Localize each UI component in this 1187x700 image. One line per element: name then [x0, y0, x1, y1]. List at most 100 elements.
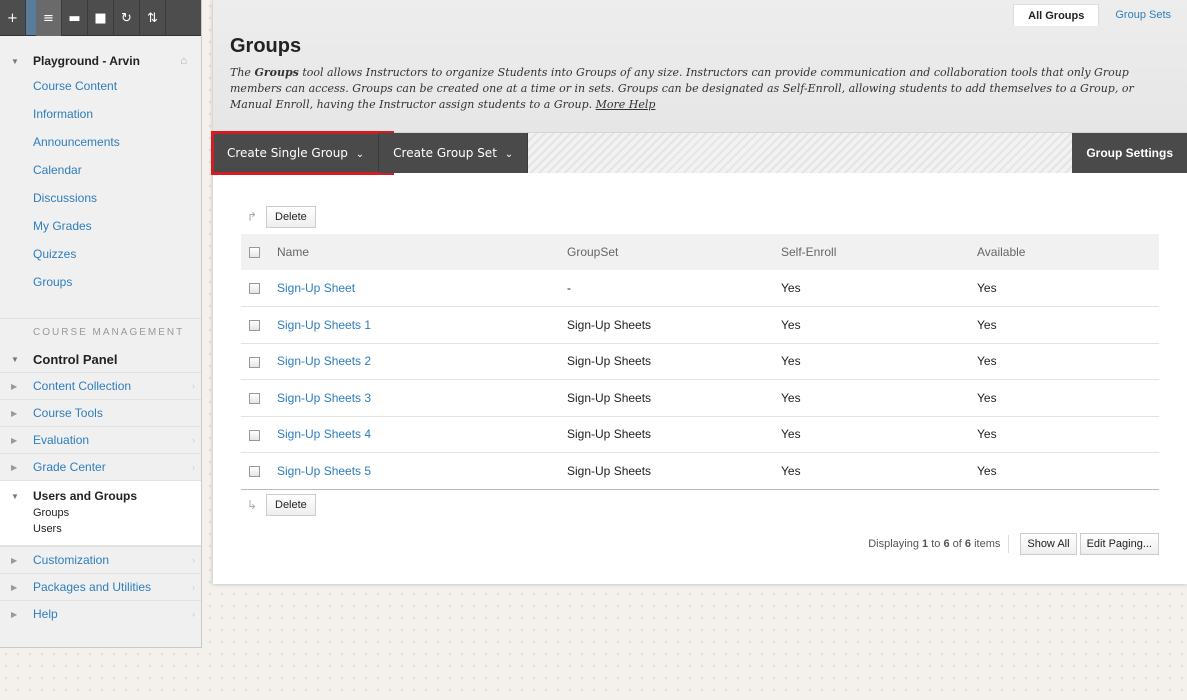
page-description: The Groups tool allows Instructors to or…: [230, 65, 1170, 113]
row-checkbox[interactable]: [249, 466, 260, 478]
top-delete-row: ↱ Delete: [241, 206, 1159, 228]
self-enroll-cell: Yes: [781, 452, 977, 490]
control-panel-label: Control Panel: [33, 351, 118, 367]
group-name-link[interactable]: Sign-Up Sheets 5: [277, 464, 371, 478]
cp-item-course-tools[interactable]: ▶ Course Tools: [0, 399, 201, 426]
row-checkbox[interactable]: [249, 393, 260, 405]
available-cell: Yes: [977, 416, 1159, 453]
groupset-cell: -: [567, 270, 781, 307]
cp-item-evaluation[interactable]: ▶ Evaluation ›: [0, 426, 201, 453]
page-header: All Groups Group Sets Groups The Groups …: [213, 0, 1187, 133]
page-title: Groups: [230, 35, 302, 57]
column-header-name[interactable]: Name: [277, 234, 567, 270]
row-checkbox[interactable]: [249, 356, 260, 368]
group-name-link[interactable]: Sign-Up Sheet: [277, 281, 355, 295]
toolbar-divider: [26, 0, 36, 35]
action-bar: Create Single Group ⌄ Create Group Set ⌄…: [211, 131, 1187, 175]
cp-item-help[interactable]: ▶ Help ›: [0, 600, 201, 627]
column-header-available[interactable]: Available: [977, 234, 1159, 270]
collapse-triangle-icon[interactable]: ▼: [11, 57, 33, 66]
cp-item-content-collection[interactable]: ▶ Content Collection ›: [0, 372, 201, 399]
table-row: Sign-Up Sheets 4 Sign-Up Sheets Yes Yes: [241, 416, 1159, 453]
home-icon[interactable]: ⌂: [180, 55, 187, 67]
groups-list: ↱ Delete Name GroupSet Self-Enroll Avail…: [213, 173, 1187, 555]
course-management-heading: COURSE MANAGEMENT: [0, 318, 201, 346]
sidebar-toolbar: + ≡ ▬ ■ ↻ ⇅: [0, 0, 201, 36]
chevron-right-icon: ›: [192, 462, 195, 472]
self-enroll-cell: Yes: [781, 270, 977, 307]
create-group-set-button[interactable]: Create Group Set ⌄: [379, 133, 529, 173]
bottom-delete-row: ↳ Delete: [241, 493, 1159, 516]
row-checkbox[interactable]: [249, 320, 260, 332]
delete-button[interactable]: Delete: [266, 206, 316, 228]
row-checkbox-cell: [241, 452, 277, 490]
table-row: Sign-Up Sheets 1 Sign-Up Sheets Yes Yes: [241, 306, 1159, 344]
sidebar-item-information[interactable]: Information: [0, 100, 201, 128]
row-checkbox[interactable]: [249, 283, 260, 295]
sidebar-item-course-content[interactable]: Course Content: [0, 72, 201, 100]
course-title-label: Playground - Arvin: [33, 54, 140, 68]
select-all-checkbox[interactable]: [249, 247, 260, 259]
expand-triangle-icon: ▶: [11, 381, 18, 391]
chevron-right-icon: ›: [192, 609, 195, 619]
refresh-icon[interactable]: ↻: [114, 0, 140, 36]
self-enroll-cell: Yes: [781, 306, 977, 344]
group-settings-button[interactable]: Group Settings: [1072, 133, 1187, 173]
tab-all-groups[interactable]: All Groups: [1013, 4, 1100, 26]
sidebar-item-calendar[interactable]: Calendar: [0, 156, 201, 184]
sidebar-item-announcements[interactable]: Announcements: [0, 128, 201, 156]
groupset-cell: Sign-Up Sheets: [567, 343, 781, 380]
window-icon[interactable]: ■: [88, 0, 114, 36]
paging-prefix: Displaying: [868, 537, 923, 550]
sidebar-item-quizzes[interactable]: Quizzes: [0, 240, 201, 268]
folder-view-icon[interactable]: ▬: [62, 0, 88, 36]
self-enroll-cell: Yes: [781, 343, 977, 380]
desc-body: tool allows Instructors to organize Stud…: [230, 66, 1134, 111]
available-cell: Yes: [977, 343, 1159, 380]
sub-item-users[interactable]: Users: [0, 521, 201, 537]
sub-item-groups[interactable]: Groups: [0, 505, 201, 521]
more-help-link[interactable]: More Help: [596, 98, 656, 111]
group-name-link[interactable]: Sign-Up Sheets 3: [277, 391, 371, 405]
create-single-group-button[interactable]: Create Single Group ⌄: [211, 131, 394, 175]
paging-suffix: items: [971, 537, 1001, 550]
row-checkbox-cell: [241, 306, 277, 344]
row-checkbox[interactable]: [249, 429, 260, 441]
group-name-link[interactable]: Sign-Up Sheets 1: [277, 318, 371, 332]
list-view-icon[interactable]: ≡: [36, 0, 62, 36]
group-name-cell: Sign-Up Sheets 4: [277, 416, 567, 453]
control-panel-title[interactable]: ▼ Control Panel: [0, 346, 201, 372]
column-header-groupset[interactable]: GroupSet: [567, 234, 781, 270]
sort-icon[interactable]: ⇅: [140, 0, 166, 36]
cp-item-users-and-groups: ▼ Users and Groups Groups Users: [0, 480, 201, 546]
sidebar-item-my-grades[interactable]: My Grades: [0, 212, 201, 240]
cp-item-packages-utilities[interactable]: ▶ Packages and Utilities ›: [0, 573, 201, 600]
delete-button[interactable]: Delete: [266, 493, 316, 516]
group-name-cell: Sign-Up Sheets 5: [277, 452, 567, 490]
paging-status: Displaying 1 to 6 of 6 items: [868, 538, 1000, 550]
cp-item-label: Customization: [33, 553, 110, 567]
create-group-set-label: Create Group Set: [393, 146, 497, 160]
column-header-self-enroll[interactable]: Self-Enroll: [781, 234, 977, 270]
collapse-triangle-icon[interactable]: ▼: [11, 355, 33, 364]
sidebar-item-groups[interactable]: Groups: [0, 268, 201, 296]
available-cell: Yes: [977, 306, 1159, 344]
expand-triangle-icon: ▶: [11, 408, 18, 418]
sidebar-item-discussions[interactable]: Discussions: [0, 184, 201, 212]
table-row: Sign-Up Sheets 5 Sign-Up Sheets Yes Yes: [241, 452, 1159, 490]
users-groups-title[interactable]: ▼ Users and Groups: [0, 487, 201, 505]
row-checkbox-cell: [241, 416, 277, 453]
group-name-link[interactable]: Sign-Up Sheets 4: [277, 427, 371, 441]
self-enroll-cell: Yes: [781, 416, 977, 453]
course-title[interactable]: ▼ Playground - Arvin ⌂: [0, 50, 201, 72]
tab-group-sets[interactable]: Group Sets: [1101, 4, 1185, 26]
cp-item-label: Grade Center: [33, 460, 106, 474]
add-icon[interactable]: +: [0, 0, 26, 36]
edit-paging-button[interactable]: Edit Paging...: [1079, 532, 1159, 555]
top-tabs: All Groups Group Sets: [1013, 4, 1185, 26]
cp-item-grade-center[interactable]: ▶ Grade Center ›: [0, 453, 201, 480]
group-name-link[interactable]: Sign-Up Sheets 2: [277, 354, 371, 368]
show-all-button[interactable]: Show All: [1020, 532, 1077, 555]
cp-item-customization[interactable]: ▶ Customization ›: [0, 546, 201, 573]
collapse-triangle-icon[interactable]: ▼: [11, 492, 33, 501]
